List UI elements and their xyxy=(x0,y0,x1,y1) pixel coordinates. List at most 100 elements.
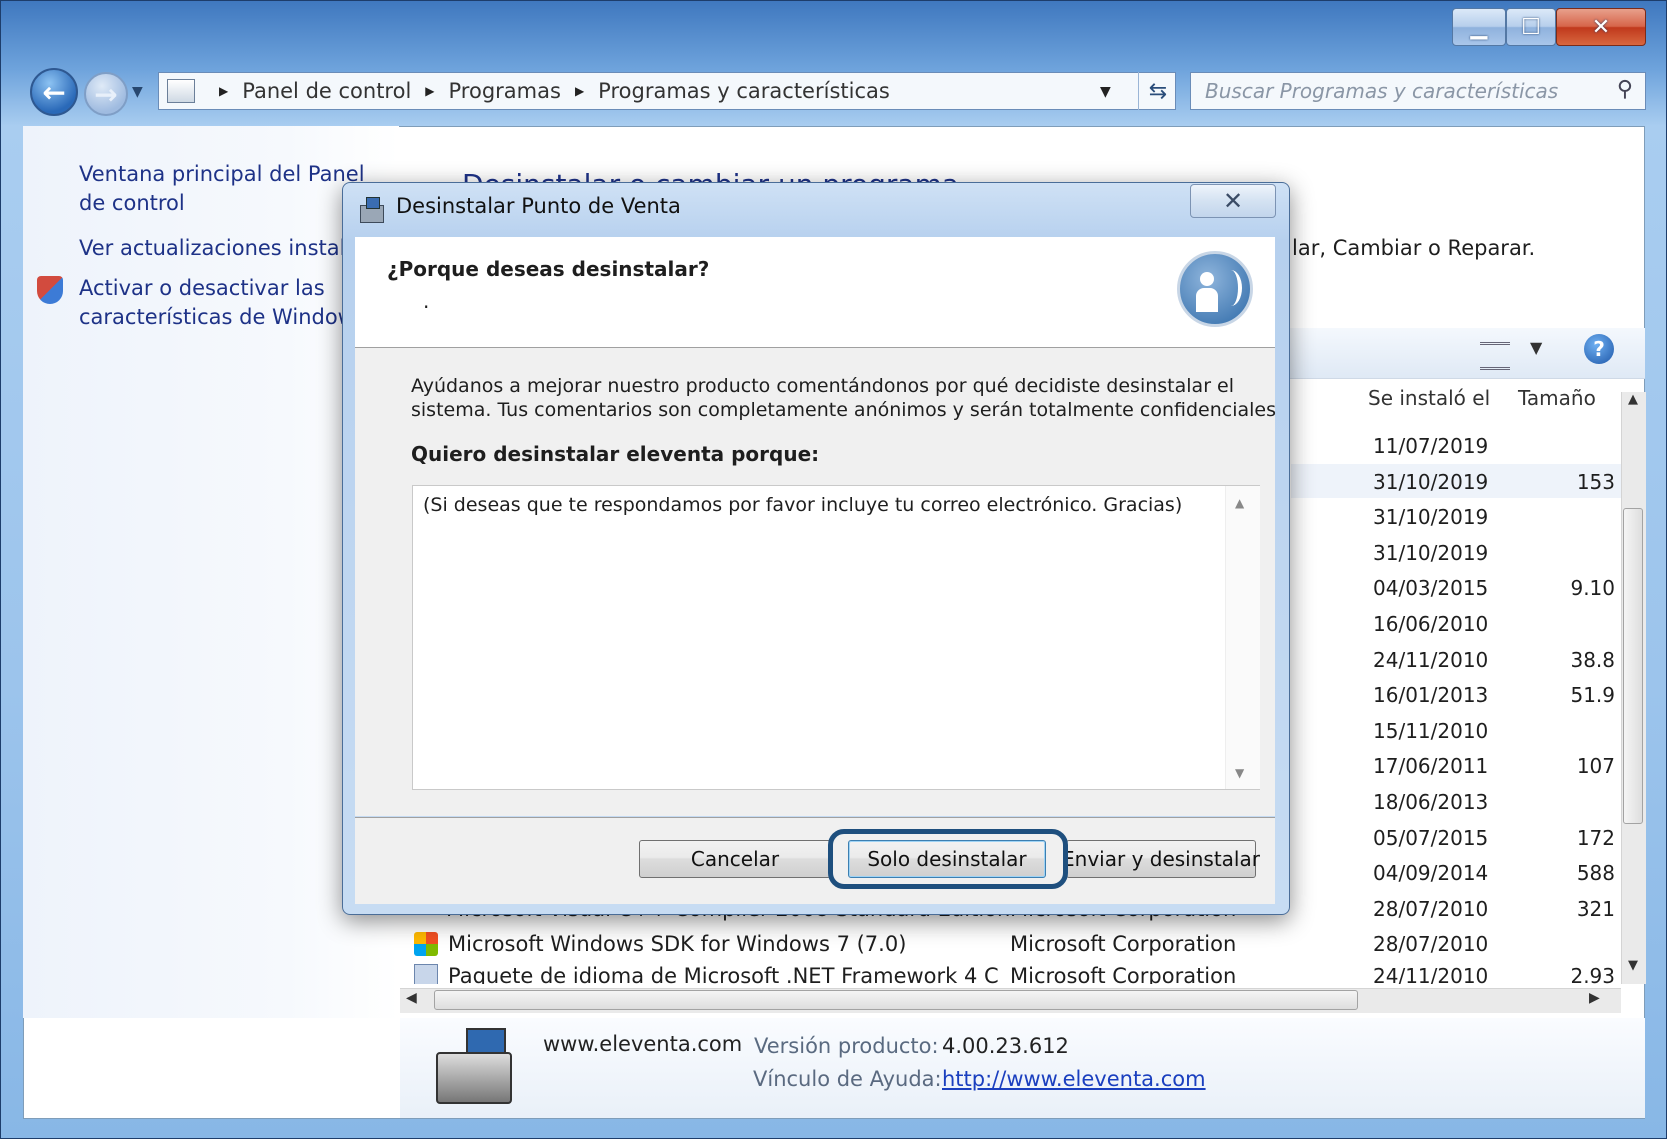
row-date: 18/06/2013 xyxy=(1373,790,1489,814)
installer-icon xyxy=(358,197,386,223)
row-date: 24/11/2010 xyxy=(1373,964,1489,984)
refresh-button[interactable]: ⇆ xyxy=(1138,72,1177,110)
row-date: 15/11/2010 xyxy=(1373,719,1489,743)
comment-textarea[interactable]: (Si deseas que te respondamos por favor … xyxy=(412,485,1260,790)
row-size xyxy=(1500,713,1615,749)
minimize-button[interactable]: ▁ xyxy=(1452,8,1506,46)
scroll-down-icon[interactable]: ▼ xyxy=(1621,958,1645,980)
publisher-site: www.eleventa.com xyxy=(543,1032,743,1056)
table-row[interactable]: Microsoft Windows SDK for Windows 7 (7.0… xyxy=(412,926,1621,962)
dialog-question: ¿Porque deseas desinstalar? xyxy=(387,257,710,281)
dialog-intro-line1: Ayúdanos a mejorar nuestro producto come… xyxy=(411,375,1235,397)
uac-shield-icon xyxy=(37,276,63,304)
program-name: Microsoft Windows SDK for Windows 7 (7.0… xyxy=(448,932,907,956)
breadcrumb-separator-icon: ▶ xyxy=(425,84,435,98)
dialog-header: ¿Porque deseas desinstalar? . xyxy=(355,237,1275,348)
back-button[interactable]: ← xyxy=(30,68,78,116)
row-size xyxy=(1500,784,1615,820)
address-dropdown-icon[interactable]: ▼ xyxy=(1100,84,1111,100)
row-size xyxy=(1500,606,1615,642)
cancel-button[interactable]: Cancelar xyxy=(639,840,831,878)
row-date: 17/06/2011 xyxy=(1373,754,1489,778)
row-size: 51.9 xyxy=(1570,683,1615,707)
maximize-button[interactable]: ☐ xyxy=(1506,8,1556,46)
scroll-right-icon[interactable]: ▶ xyxy=(1589,990,1600,1006)
version-label: Versión producto: xyxy=(754,1034,939,1058)
row-date: 04/09/2014 xyxy=(1373,861,1489,885)
windows-logo-icon xyxy=(414,932,438,956)
close-icon: ✕ xyxy=(1222,187,1244,215)
comment-text: (Si deseas que te respondamos por favor … xyxy=(423,494,1183,516)
cancel-button-label: Cancelar xyxy=(690,847,780,871)
scroll-up-icon[interactable]: ▲ xyxy=(1235,496,1244,510)
scroll-down-icon[interactable]: ▼ xyxy=(1235,766,1244,780)
table-row[interactable]: Paquete de idioma de Microsoft .NET Fram… xyxy=(412,962,1621,984)
scroll-left-icon[interactable]: ◀ xyxy=(406,990,417,1006)
comment-scrollbar[interactable] xyxy=(1225,486,1260,789)
help-link-label: Vínculo de Ayuda: xyxy=(753,1067,942,1091)
program-name: Paquete de idioma de Microsoft .NET Fram… xyxy=(448,964,999,984)
help-link[interactable]: http://www.eleventa.com xyxy=(942,1067,1206,1091)
maximize-icon: ☐ xyxy=(1521,14,1541,40)
search-icon: ⚲ xyxy=(1616,77,1633,102)
forward-button[interactable]: → xyxy=(84,72,128,116)
breadcrumb-separator-icon: ▶ xyxy=(574,84,585,98)
row-size: 9.10 xyxy=(1570,576,1615,600)
help-icon[interactable]: ? xyxy=(1584,334,1614,364)
breadcrumb-programs[interactable]: Programas xyxy=(449,79,561,103)
package-icon xyxy=(414,964,438,984)
recent-pages-dropdown-icon[interactable]: ▼ xyxy=(132,84,143,100)
minimize-icon: ▁ xyxy=(1470,14,1488,40)
row-size: 588 xyxy=(1576,861,1615,885)
row-size: 153 xyxy=(1576,470,1615,494)
arrow-left-icon: ← xyxy=(42,75,66,109)
row-date: 28/07/2010 xyxy=(1373,932,1489,956)
refresh-icon: ⇆ xyxy=(1148,78,1168,104)
program-publisher: Microsoft Corporation xyxy=(1010,932,1237,956)
dialog-subtitle: . xyxy=(423,289,430,313)
row-date: 05/07/2015 xyxy=(1373,826,1489,850)
row-date: 31/10/2019 xyxy=(1373,505,1489,529)
row-date: 24/11/2010 xyxy=(1373,648,1489,672)
program-publisher: Microsoft Corporation xyxy=(1010,964,1237,984)
version-value: 4.00.23.612 xyxy=(942,1034,1069,1058)
cash-register-icon xyxy=(436,1028,512,1104)
dialog-close-button[interactable]: ✕ xyxy=(1190,184,1276,218)
breadcrumb-control-panel[interactable]: Panel de control xyxy=(242,79,411,103)
close-button[interactable]: ✕ xyxy=(1556,8,1646,46)
scroll-up-icon[interactable]: ▲ xyxy=(1621,392,1645,414)
dialog-title: Desinstalar Punto de Venta xyxy=(396,194,681,218)
page-description: lar, Cambiar o Reparar. xyxy=(1292,236,1536,260)
row-date: 16/01/2013 xyxy=(1373,683,1489,707)
row-size xyxy=(1500,499,1615,535)
row-size: 107 xyxy=(1576,754,1615,778)
row-size xyxy=(1500,535,1615,571)
row-date: 16/06/2010 xyxy=(1373,612,1489,636)
vertical-scroll-thumb[interactable] xyxy=(1623,508,1643,824)
view-options-icon[interactable] xyxy=(1480,342,1510,370)
breadcrumb-separator-icon: ▶ xyxy=(219,84,229,98)
row-size xyxy=(1500,428,1615,464)
row-size: 2.93 xyxy=(1570,964,1615,984)
search-placeholder: Buscar Programas y características xyxy=(1205,79,1559,103)
details-pane: www.eleventa.com Versión producto: 4.00.… xyxy=(400,1018,1645,1118)
reason-label: Quiero desinstalar eleventa porque: xyxy=(411,442,820,466)
column-size[interactable]: Tamaño xyxy=(1518,386,1596,410)
view-dropdown-icon[interactable]: ▼ xyxy=(1530,338,1542,357)
control-panel-icon xyxy=(167,79,195,103)
arrow-right-icon: → xyxy=(94,77,118,111)
address-bar[interactable]: ▶ Panel de control ▶ Programas ▶ Program… xyxy=(158,72,1176,110)
close-icon: ✕ xyxy=(1591,14,1611,40)
feedback-speaker-icon xyxy=(1177,251,1253,327)
windows-features-link[interactable]: Activar o desactivar las características… xyxy=(79,274,379,332)
row-date: 31/10/2019 xyxy=(1373,470,1489,494)
send-and-uninstall-button-label: Enviar y desinstalar xyxy=(1062,847,1260,871)
send-and-uninstall-button[interactable]: Enviar y desinstalar xyxy=(1062,840,1260,878)
horizontal-scroll-thumb[interactable] xyxy=(434,990,1358,1010)
breadcrumb-programs-features[interactable]: Programas y características xyxy=(598,79,890,103)
column-installed-on[interactable]: Se instaló el xyxy=(1368,386,1490,410)
dialog-intro-line2: sistema. Tus comentarios son completamen… xyxy=(411,399,1277,421)
search-input[interactable]: Buscar Programas y características ⚲ xyxy=(1190,72,1646,110)
row-date: 11/07/2019 xyxy=(1373,434,1489,458)
row-size: 172 xyxy=(1576,826,1615,850)
